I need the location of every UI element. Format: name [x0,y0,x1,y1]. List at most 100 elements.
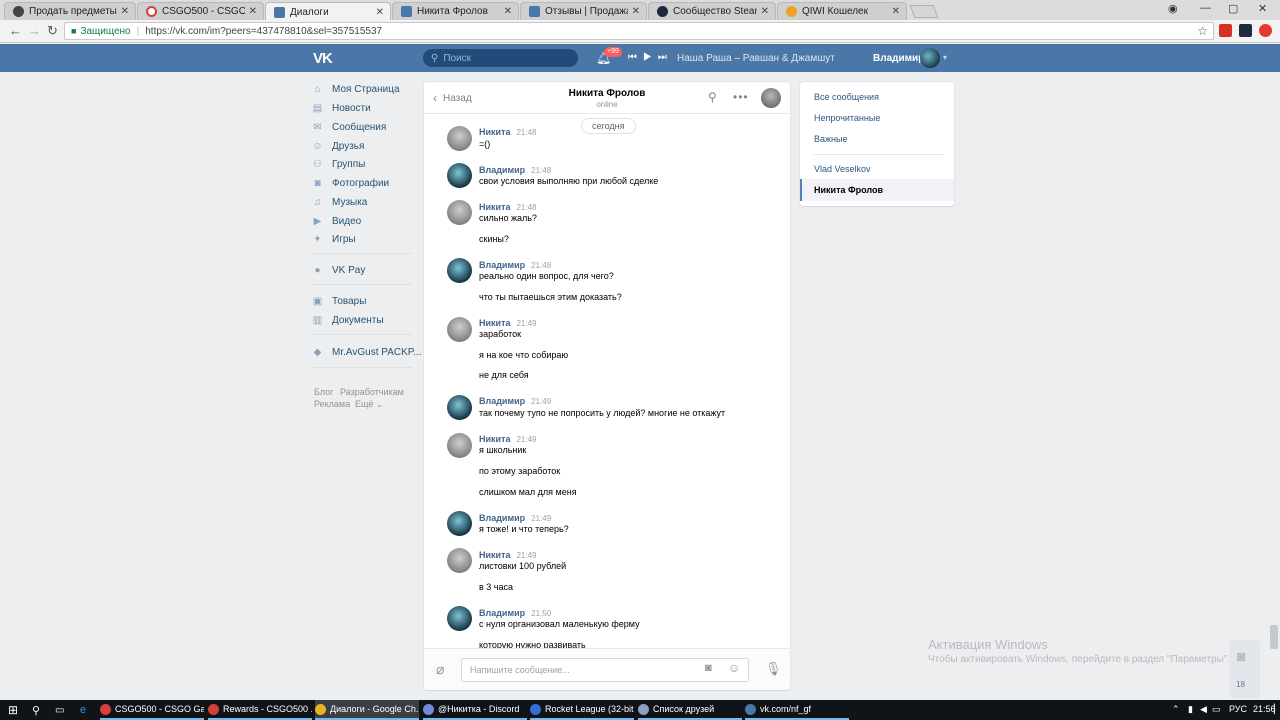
tab-close-icon[interactable]: ✕ [376,7,384,18]
menu-item-music[interactable]: ♫ Музыка [312,197,368,208]
edge-icon[interactable]: e [80,700,86,720]
tab-close-icon[interactable]: ✕ [632,6,640,17]
message-author[interactable]: Никита 21:49 [479,434,537,444]
taskbar-item[interactable]: @Никитка - Discord [423,700,527,720]
taskbar-item-active[interactable]: Диалоги - Google Ch... [315,700,419,720]
more-actions-icon[interactable]: ••• [733,90,749,104]
avatar[interactable] [447,433,472,458]
menu-item-photos[interactable]: ◙ Фотографии [312,178,389,189]
menu-item-my-page[interactable]: ⌂ Моя Страница [312,84,399,95]
vk-logo[interactable]: VK [313,50,333,67]
floating-photo-widget[interactable]: ◙ 18 [1230,640,1260,698]
footer-link-more[interactable]: Ещё ⌄ [355,399,383,410]
page-scrollbar[interactable] [1270,625,1278,649]
audio-player-controls[interactable]: ⏮▶⏭ [628,52,673,63]
windows-start-icon[interactable]: ⊞ [8,700,18,720]
bookmark-star-icon[interactable]: ☆ [1197,24,1208,38]
search-input[interactable]: ⚲ Поиск [423,49,578,67]
peer-link[interactable]: Vlad Veselkov [814,164,871,174]
avatar[interactable] [447,258,472,283]
search-icon[interactable]: ⚲ [32,700,40,720]
profile-icon[interactable]: ◉ [1168,2,1178,15]
minimize-icon[interactable]: — [1200,2,1211,14]
attach-paperclip-icon[interactable]: ⌀ [436,661,444,678]
taskbar-item[interactable]: CSGO500 - CSGO Ga... [100,700,204,720]
menu-item-vk-pay[interactable]: ● VK Pay [312,265,365,276]
footer-link-developers[interactable]: Разработчикам [340,387,404,397]
tab-close-icon[interactable]: ✕ [761,6,769,17]
peer-link-selected[interactable]: Никита Фролов [800,179,954,201]
microphone-icon[interactable]: 🎙︎ [765,661,782,677]
tab-close-icon[interactable]: ✕ [121,6,129,17]
user-name[interactable]: Владимир [873,53,924,64]
notifications-icon[interactable]: ▏ [1274,704,1280,715]
folder-unread[interactable]: Непрочитанные [814,113,880,123]
message-author[interactable]: Никита 21:49 [479,318,537,328]
now-playing-track[interactable]: Наша Раша – Равшан & Джамшут [677,53,835,64]
extension-icon[interactable] [1239,24,1252,37]
browser-tab[interactable]: CSGO500 - CSGO Gambl ✕ [137,2,264,20]
network-icon[interactable]: ▮ [1188,704,1193,715]
tab-close-icon[interactable]: ✕ [249,6,257,17]
clock[interactable]: 21:56 [1253,704,1276,714]
avatar[interactable] [447,126,472,151]
message-author[interactable]: Владимир 21:50 [479,608,551,618]
message-author[interactable]: Владимир 21:49 [479,513,551,523]
message-author[interactable]: Владимир 21:48 [479,260,551,270]
menu-item-messages[interactable]: ✉ Сообщения [312,122,386,133]
avatar[interactable] [447,606,472,631]
input-language[interactable]: РУС [1229,704,1247,714]
message-author[interactable]: Владимир 21:49 [479,396,551,406]
taskbar-item[interactable]: Rewards - CSGO500 ... [208,700,312,720]
message-author[interactable]: Владимир 21:48 [479,165,551,175]
chevron-down-icon[interactable]: ▾ [943,53,947,62]
avatar[interactable] [447,548,472,573]
menu-item-groups[interactable]: ⚇ Группы [312,159,365,170]
message-author[interactable]: Никита 21:48 [479,202,537,212]
taskbar-item[interactable]: Список друзей [638,700,742,720]
camera-icon[interactable]: ◙ [705,662,712,674]
back-arrow-icon[interactable]: ← [9,23,22,38]
new-tab-button[interactable] [909,5,939,18]
menu-item-documents[interactable]: ▥ Документы [312,315,384,326]
task-view-icon[interactable]: ▭ [55,700,64,720]
browser-tab[interactable]: Отзывы | Продажа/Пок ✕ [520,2,647,20]
avatar[interactable] [447,395,472,420]
avatar[interactable] [447,163,472,188]
browser-tab[interactable]: Продать предметы | Ma ✕ [4,2,136,20]
browser-tab-active[interactable]: Диалоги ✕ [265,2,391,21]
extension-icon[interactable] [1259,24,1272,37]
avatar[interactable] [447,511,472,536]
folder-all-messages[interactable]: Все сообщения [814,92,879,102]
footer-link-ads[interactable]: Реклама [314,399,350,409]
menu-item-games[interactable]: ✦ Игры [312,234,355,245]
forward-arrow-icon[interactable]: → [28,23,41,38]
menu-item-video[interactable]: ▶ Видео [312,216,362,227]
menu-item-app[interactable]: ◆ Mr.AvGust PACKP... [312,347,422,358]
tab-close-icon[interactable]: ✕ [504,6,512,17]
taskbar-item[interactable]: Rocket League (32-bit... [530,700,634,720]
menu-item-friends[interactable]: ☺ Друзья [312,141,364,152]
reload-icon[interactable]: ↻ [47,23,58,39]
search-icon[interactable]: ⚲ [708,90,717,104]
tray-chevron-up-icon[interactable]: ⌃ [1172,704,1180,715]
browser-tab[interactable]: Сообщество Steam :: Пр ✕ [648,2,776,20]
browser-tab[interactable]: Никита Фролов ✕ [392,2,519,20]
tab-close-icon[interactable]: ✕ [892,6,900,17]
emoji-smile-icon[interactable]: ☺ [728,661,740,675]
message-author[interactable]: Никита 21:49 [479,550,537,560]
taskbar-item[interactable]: vk.com/nf_gf [745,700,849,720]
avatar[interactable] [447,317,472,342]
message-author[interactable]: Никита 21:48 [479,127,537,137]
peer-avatar[interactable] [761,88,781,108]
user-avatar[interactable] [920,48,940,68]
footer-link-blog[interactable]: Блог [314,387,333,397]
folder-important[interactable]: Важные [814,134,847,144]
menu-item-news[interactable]: ▤ Новости [312,103,371,114]
browser-tab[interactable]: QIWI Кошелек ✕ [777,2,907,20]
volume-icon[interactable]: ◀ [1200,704,1207,715]
close-window-icon[interactable]: ✕ [1258,2,1267,15]
extension-icon[interactable] [1219,24,1232,37]
avatar[interactable] [447,200,472,225]
maximize-icon[interactable]: ▢ [1228,2,1238,15]
